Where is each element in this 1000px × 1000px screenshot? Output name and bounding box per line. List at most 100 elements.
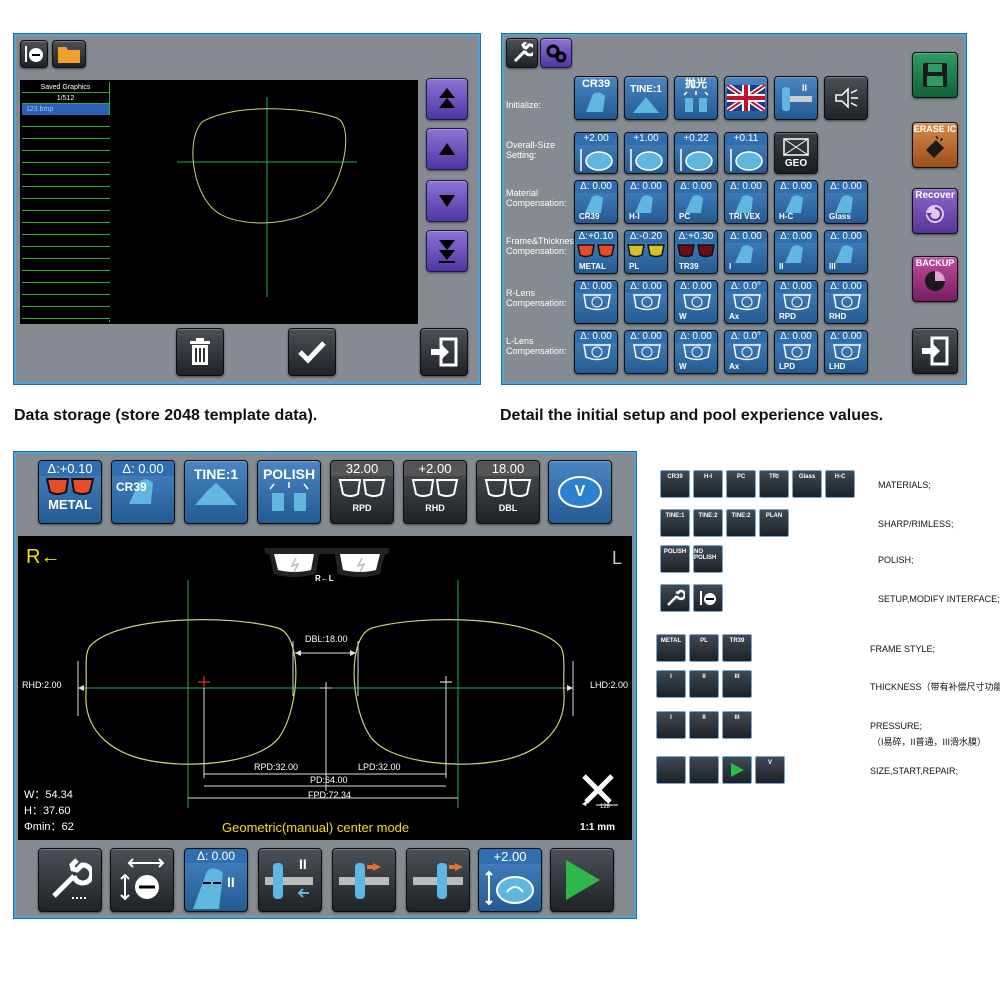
comp-button-r3-5[interactable]: Δ: 0.00 III [824,230,868,274]
geo-button[interactable]: GEO [774,132,818,174]
exit-button[interactable] [420,328,468,376]
overall-size-button-0[interactable]: +2.00 [574,132,618,174]
lens-measure-icon [683,294,711,311]
top-toolbar-button-metal[interactable]: Δ:+0.10 METAL [38,460,102,524]
comp-button-r4-1[interactable]: Δ: 0.00 [624,280,668,324]
frame-style-icon [577,244,615,258]
pressure-button[interactable]: II [258,848,322,912]
comp-button-r3-1[interactable]: Δ:-0.20 PL [624,230,668,274]
setup-tab[interactable] [506,38,538,68]
fpd-readout: FPD:72.34 [308,790,352,800]
comp-button-r4-0[interactable]: Δ: 0.00 [574,280,618,324]
setup-exit-button[interactable] [912,328,958,374]
comp-button-r5-3[interactable]: Δ: 0.0° Ax [724,330,768,374]
comp-button-r4-5[interactable]: Δ: 0.00 RHD [824,280,868,324]
comp-button-r4-2[interactable]: Δ: 0.00 W [674,280,718,324]
scroll-down-button[interactable] [426,180,468,222]
modify-button[interactable] [110,848,174,912]
confirm-button[interactable] [288,328,336,376]
comp-name: TR39 [679,262,699,271]
measure-glasses-icon [411,479,459,497]
comp-button-r5-0[interactable]: Δ: 0.00 [574,330,618,374]
left-lens-outline [353,619,565,765]
comp-button-r2-3[interactable]: Δ: 0.00 TRI VEX [724,180,768,224]
top-toolbar-button-cr39[interactable]: Δ: 0.00 CR39 [111,460,175,524]
scroll-up-button[interactable] [426,128,468,170]
size-lens-icon [630,149,663,171]
comp-name: Ax [729,312,740,321]
comp-button-r5-4[interactable]: Δ: 0.00 LPD [774,330,818,374]
modify-interface-button[interactable] [20,40,48,68]
eraser-icon [926,135,944,158]
folder-button[interactable] [52,40,86,68]
polish-icon [683,91,709,112]
v-mode-button[interactable]: V [548,460,612,524]
folder-icon [58,47,80,63]
feed-left-button[interactable] [406,848,470,912]
legend-icon-0-4: Glass [792,470,822,498]
floppy-disk-icon [923,63,947,87]
size-arrows-icon [120,858,165,901]
comp-button-r2-2[interactable]: Δ: 0.00 PC [674,180,718,224]
feed-right-button[interactable] [332,848,396,912]
overall-size-button[interactable]: +2.00 [478,848,542,912]
top-value: 18.00 [477,461,539,476]
comp-button-r3-0[interactable]: Δ:+0.10 METAL [574,230,618,274]
comp-button-r3-2[interactable]: Δ:+0.30 TR39 [674,230,718,274]
recover-button[interactable]: Recover [912,188,958,234]
backup-button[interactable]: BACKUP [912,256,958,302]
legend-icon-5-0: I [656,670,686,698]
overall-size-button-1[interactable]: +1.00 [624,132,668,174]
top-toolbar-button-polish[interactable]: POLISH [257,460,321,524]
comp-button-r2-1[interactable]: Δ: 0.00 H-I [624,180,668,224]
list-selected-item[interactable]: 123.bmp [22,104,109,115]
comp-button-r5-1[interactable]: Δ: 0.00 [624,330,668,374]
comp-button-r3-3[interactable]: Δ: 0.00 I [724,230,768,274]
comp-button-r5-5[interactable]: Δ: 0.00 LHD [824,330,868,374]
delete-button[interactable] [176,328,224,376]
erase-ic-button[interactable]: ERASE IC [912,122,958,168]
comp-button-r2-4[interactable]: Δ: 0.00 H-C [774,180,818,224]
lens-edge-icon [586,92,605,112]
lens-edge-icon [835,245,853,263]
lens-measure-icon [783,344,811,361]
comp-button-r3-4[interactable]: Δ: 0.00 II [774,230,818,274]
thickness-button[interactable]: Δ: 0.00 II [184,848,248,912]
save-button[interactable] [912,52,958,98]
top-toolbar-button-rhd[interactable]: +2.00 RHD [403,460,467,524]
overall-size-button-3[interactable]: +0.11 [724,132,768,174]
scroll-top-button[interactable] [426,78,468,120]
scroll-bottom-button[interactable] [426,230,468,272]
top-toolbar-button-dbl[interactable]: 18.00 DBL [476,460,540,524]
init-pressure-button[interactable]: II [774,76,818,120]
row-label-material: Material Compensation: [506,188,567,208]
size-lens-icon [485,870,534,906]
comp-button-r2-5[interactable]: Δ: 0.00 Glass [824,180,868,224]
init-sound-button[interactable] [824,76,868,120]
comp-button-r2-0[interactable]: Δ: 0.00 CR39 [574,180,618,224]
comp-name: Glass [829,212,851,221]
legend-icon-1-3: PLAN [759,509,789,537]
overall-size-button-2[interactable]: +0.22 [674,132,718,174]
recover-icon [926,205,944,223]
init-polish-button[interactable]: 抛光 [674,76,718,120]
init-language-button[interactable] [724,76,768,120]
comp-name: W [679,312,687,321]
comp-button-r5-2[interactable]: Δ: 0.00 W [674,330,718,374]
setup-button[interactable] [38,848,102,912]
top-toolbar-button-tine-1[interactable]: TINE:1 [184,460,248,524]
comp-button-r4-4[interactable]: Δ: 0.00 RPD [774,280,818,324]
saved-graphics-list[interactable]: Saved Graphics 1/512 123.bmp [22,82,110,322]
uk-flag-icon [727,85,765,111]
top-name: RHD [425,503,445,513]
top-toolbar-button-rpd[interactable]: 32.00 RPD [330,460,394,524]
init-tine-button[interactable]: TINE:1 [624,76,668,120]
start-button[interactable] [550,848,614,912]
init-material-button[interactable]: CR39 [574,76,618,120]
settings-tab[interactable] [540,38,572,68]
top-name: CR39 [116,480,147,494]
storage-panel: Saved Graphics 1/512 123.bmp [14,34,480,384]
ruler-pencil-icon[interactable] [580,772,620,808]
exit-icon [922,336,949,366]
comp-button-r4-3[interactable]: Δ: 0.0° Ax [724,280,768,324]
